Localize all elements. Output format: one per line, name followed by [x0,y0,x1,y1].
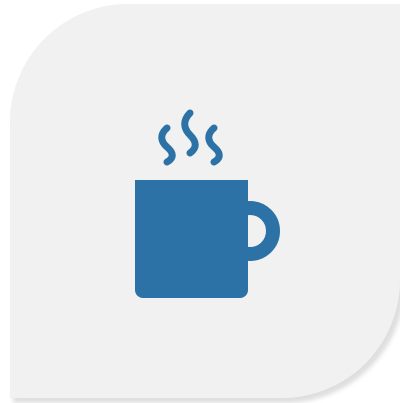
app-tile[interactable] [0,0,400,403]
steam-wave-right-icon [205,124,223,166]
steam-wave-left-icon [158,124,176,166]
steam-wave-middle-icon [181,109,199,157]
coffee-mug-icon [135,109,280,298]
